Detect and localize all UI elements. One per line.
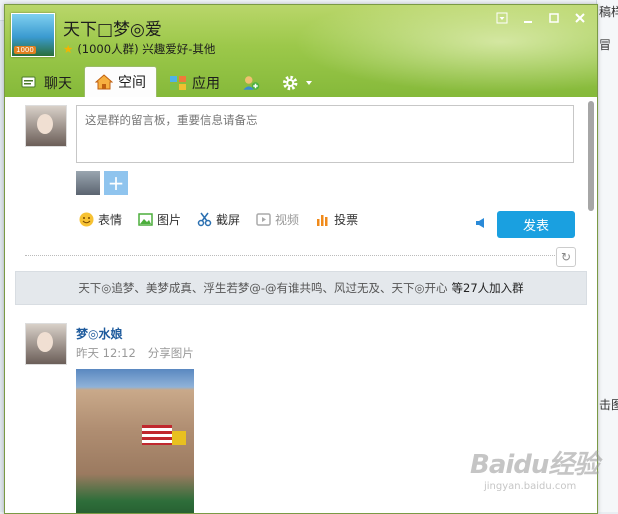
divider [25,255,555,256]
chat-icon [21,76,36,88]
tab-bar: 聊天 空间 应用 [11,66,325,97]
baidu-watermark: Baidu经验 jingyan.baidu.com [470,444,610,504]
scissors-icon [197,212,212,227]
emoji-icon [79,212,94,227]
attached-image-thumbnail[interactable] [76,171,100,195]
tab-apps[interactable]: 应用 [159,69,230,97]
tab-space[interactable]: 空间 [84,66,157,97]
plus-icon: + [107,171,125,195]
home-icon [95,74,113,90]
group-size-badge: 1000 [14,46,36,54]
group-name[interactable]: 天下□梦◎爱 [63,15,162,40]
tool-label: 截屏 [216,213,241,227]
watermark-url: jingyan.baidu.com [484,481,577,492]
background-text-fragment: 冒 [599,38,612,52]
background-text-fragment: 稿样金 [599,5,618,19]
joined-names[interactable]: 天下◎追梦、美梦成真、浮生若梦@-@有谁共鸣、风过无及、天下◎开心 [78,280,447,296]
tool-label: 投票 [334,213,359,227]
minimize-icon [524,21,532,23]
dropdown-button[interactable] [491,9,513,27]
announcement-icon[interactable] [475,217,487,229]
feed-author-avatar[interactable] [25,323,67,365]
avatar-face [37,114,53,134]
picture-icon [138,213,153,226]
tab-label: 空间 [118,75,146,91]
add-image-button[interactable]: + [104,171,128,195]
window-controls [491,9,591,27]
tab-chat[interactable]: 聊天 [11,69,82,97]
background-text-fragment: 击图 [599,398,618,412]
close-icon [575,13,585,23]
tool-label: 图片 [157,213,182,227]
photo-banner [172,431,186,445]
compose-toolbar: 表情 图片 截屏 视频 投票 [79,211,358,228]
attached-images: + [76,171,128,195]
group-chat-window: 1000 天下□梦◎爱 ★ (1000人群) 兴趣爱好-其他 聊天 空间 应用 … [4,4,598,514]
background-app-edge: 稿样金 冒 击图 [596,0,618,512]
maximize-icon [549,13,559,23]
vote-icon [317,215,328,226]
video-icon [256,213,271,226]
tab-label: 聊天 [44,76,72,92]
refresh-button[interactable]: ↻ [556,247,576,267]
emoji-button[interactable]: 表情 [79,211,122,228]
group-info-text: (1000人群) 兴趣爱好-其他 [77,42,216,56]
screenshot-button[interactable]: 截屏 [197,211,240,228]
settings-button[interactable] [272,69,323,97]
star-icon: ★ [63,42,74,56]
maximize-button[interactable] [543,9,565,27]
close-button[interactable] [569,9,591,27]
shared-photo[interactable] [76,369,194,513]
tool-label: 表情 [98,213,123,227]
watermark-logo: Baidu经验 [470,450,599,480]
picture-button[interactable]: 图片 [138,211,181,228]
photo-flag [142,425,172,445]
add-user-icon [243,76,260,90]
group-info: ★ (1000人群) 兴趣爱好-其他 [63,41,215,57]
video-button[interactable]: 视频 [256,211,299,228]
add-member-button[interactable] [232,69,270,97]
post-button[interactable]: 发表 [497,211,575,238]
feed-action: 分享图片 [147,346,194,360]
group-avatar[interactable]: 1000 [11,13,55,57]
joined-count: 等27人加入群 [451,281,524,295]
recent-joins-banner: 天下◎追梦、美梦成真、浮生若梦@-@有谁共鸣、风过无及、天下◎开心 等27人加入… [15,271,587,305]
avatar-face [37,332,53,352]
chevron-down-icon [306,81,312,85]
scrollbar-thumb[interactable] [588,101,594,211]
tool-label: 视频 [275,213,300,227]
vote-button[interactable]: 投票 [315,211,358,228]
feed-meta: 昨天 12:12 分享图片 [76,345,194,361]
feed-time: 昨天 12:12 [76,346,136,360]
refresh-icon: ↻ [560,250,572,264]
window-header: 1000 天下□梦◎爱 ★ (1000人群) 兴趣爱好-其他 聊天 空间 应用 [5,5,597,97]
message-board-input[interactable] [76,105,574,163]
dropdown-icon [496,12,508,24]
feed-author-name[interactable]: 梦◎水娘 [76,325,122,342]
minimize-button[interactable] [517,9,539,27]
tab-label: 应用 [192,76,220,92]
gear-icon [283,75,298,91]
my-avatar[interactable] [25,105,67,147]
apps-icon [170,76,186,90]
